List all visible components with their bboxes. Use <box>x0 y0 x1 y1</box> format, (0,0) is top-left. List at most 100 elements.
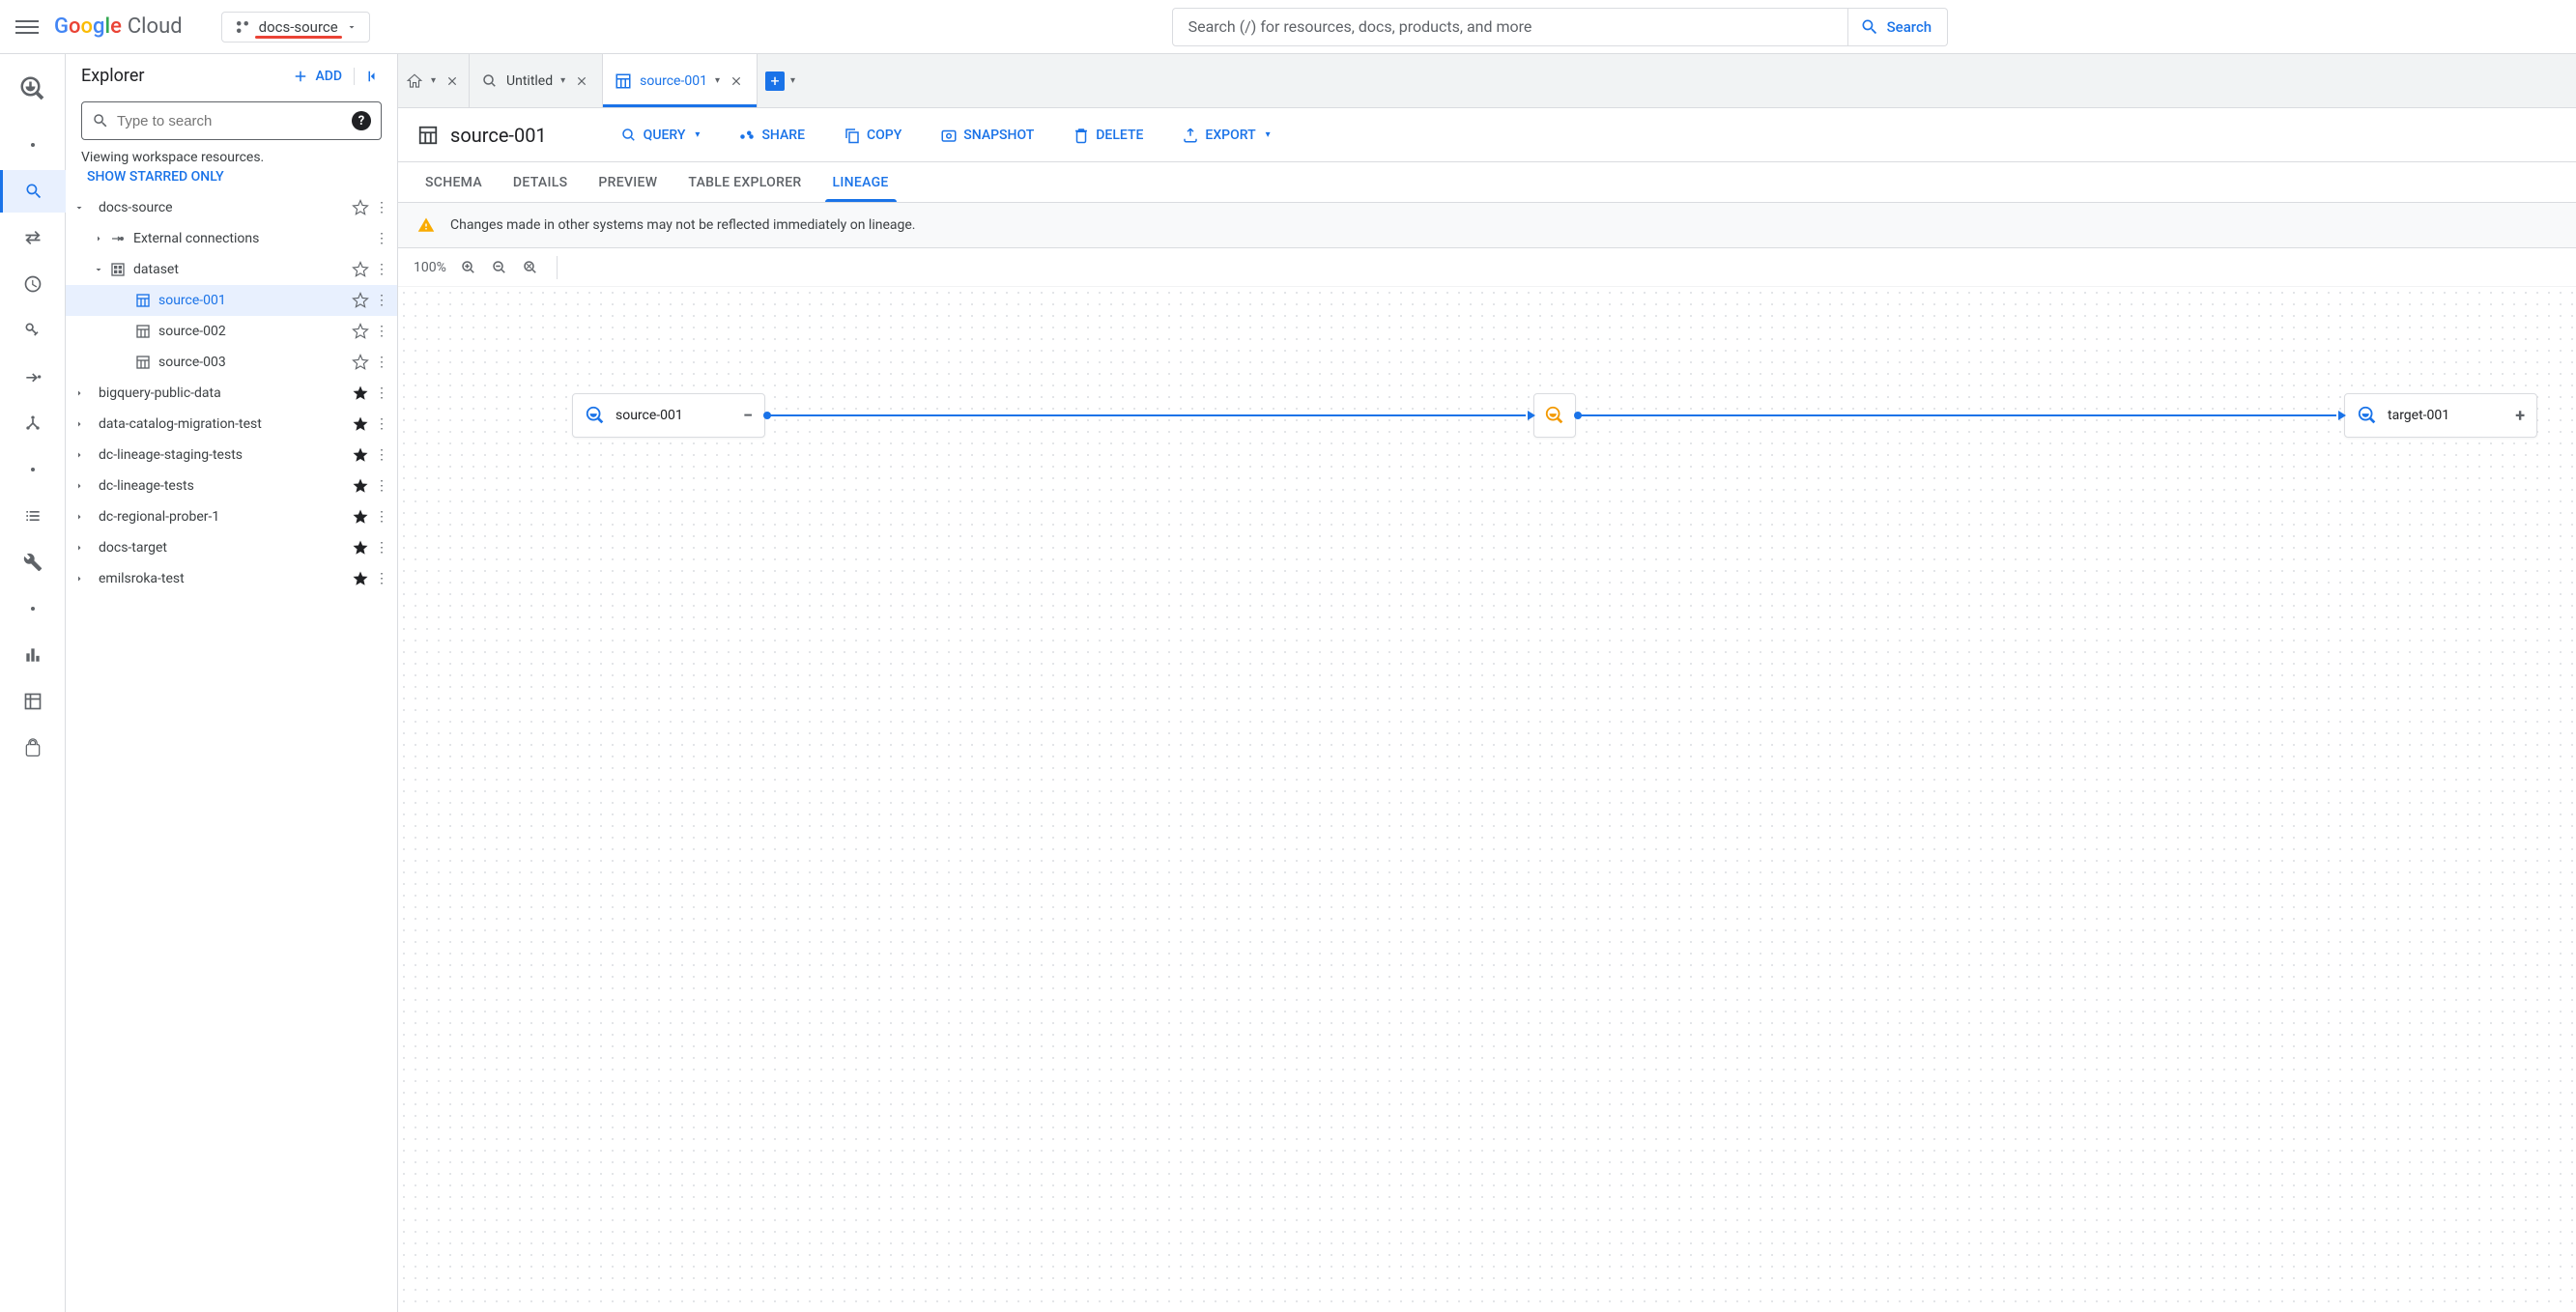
rail-search[interactable] <box>0 170 66 213</box>
rail-scheduled[interactable] <box>10 263 56 305</box>
bigquery-icon[interactable] <box>10 66 56 112</box>
tree-project-docs-source[interactable]: docs-source ⋮ <box>66 192 397 223</box>
star-outline-icon[interactable] <box>349 354 372 371</box>
close-icon[interactable] <box>728 72 745 90</box>
rail-transfers[interactable] <box>10 216 56 259</box>
chevron-down-icon[interactable] <box>70 202 89 214</box>
rail-migration[interactable] <box>10 356 56 398</box>
rail-lock[interactable] <box>10 727 56 769</box>
tab-untitled[interactable]: Untitled ▾ <box>470 54 603 107</box>
menu-button[interactable] <box>15 15 39 39</box>
google-cloud-logo[interactable]: Google Cloud <box>54 14 183 39</box>
chevron-right-icon[interactable] <box>89 233 108 244</box>
new-tab-button[interactable]: + <box>765 71 785 91</box>
project-icon <box>234 18 251 36</box>
more-vert-icon[interactable]: ⋮ <box>372 324 391 339</box>
rail-list[interactable] <box>10 495 56 537</box>
connection-icon <box>108 231 128 246</box>
tree-project[interactable]: dc-regional-prober-1⋮ <box>66 501 397 532</box>
chevron-down-icon[interactable]: ▾ <box>560 75 565 86</box>
tree-dataset[interactable]: dataset ⋮ <box>66 254 397 285</box>
star-outline-icon[interactable] <box>349 292 372 309</box>
subtab-preview[interactable]: PREVIEW <box>583 162 673 202</box>
star-outline-icon[interactable] <box>349 261 372 278</box>
rail-bar-chart[interactable] <box>10 634 56 676</box>
chevron-down-icon[interactable] <box>89 264 108 275</box>
zoom-reset-button[interactable] <box>522 259 539 276</box>
collapse-panel-button[interactable] <box>354 68 382 85</box>
search-button[interactable]: Search <box>1845 8 1949 46</box>
warning-icon <box>417 216 435 234</box>
explorer-panel: Explorer ADD ? Viewing workspace resourc… <box>66 54 398 1312</box>
more-vert-icon[interactable]: ⋮ <box>372 200 391 215</box>
trash-icon <box>1073 127 1090 144</box>
star-outline-icon[interactable] <box>349 323 372 340</box>
rail-analytics[interactable] <box>10 309 56 352</box>
global-search-input[interactable]: Search (/) for resources, docs, products… <box>1172 8 1848 46</box>
more-vert-icon[interactable]: ⋮ <box>372 293 391 308</box>
copy-button[interactable]: COPY <box>844 127 902 144</box>
close-icon[interactable] <box>573 72 590 90</box>
tab-source-001[interactable]: source-001 ▾ <box>603 54 758 107</box>
collapse-node-button[interactable]: − <box>743 406 753 426</box>
share-button[interactable]: SHARE <box>738 127 805 144</box>
table-title: source-001 <box>417 124 547 147</box>
lineage-node-target[interactable]: target-001 + <box>2344 393 2537 438</box>
warning-banner: Changes made in other systems may not be… <box>398 203 2576 248</box>
expand-node-button[interactable]: + <box>2515 406 2525 426</box>
rail-table[interactable] <box>10 680 56 723</box>
subtab-schema[interactable]: SCHEMA <box>410 162 498 202</box>
chevron-down-icon[interactable]: ▾ <box>790 75 795 86</box>
rail-dot-1[interactable] <box>10 124 56 166</box>
zoom-out-button[interactable] <box>491 259 508 276</box>
tree-project[interactable]: emilsroka-test⋮ <box>66 563 397 594</box>
chevron-down-icon[interactable]: ▾ <box>431 75 436 86</box>
more-vert-icon[interactable]: ⋮ <box>372 262 391 277</box>
rail-dot-3[interactable] <box>10 587 56 630</box>
delete-button[interactable]: DELETE <box>1073 127 1143 144</box>
subtab-lineage[interactable]: LINEAGE <box>817 162 904 202</box>
lineage-node-source[interactable]: source-001 − <box>572 393 765 438</box>
tree-external-connections[interactable]: External connections ⋮ <box>66 223 397 254</box>
table-icon <box>417 125 439 146</box>
lineage-node-process[interactable] <box>1533 393 1576 438</box>
editor-tabstrip: ▾ Untitled ▾ source-001 ▾ + ▾ <box>398 54 2576 108</box>
zoom-in-button[interactable] <box>460 259 477 276</box>
more-vert-icon[interactable]: ⋮ <box>372 231 391 246</box>
more-vert-icon[interactable]: ⋮ <box>372 355 391 370</box>
query-button[interactable]: QUERY ▾ <box>620 127 701 144</box>
export-button[interactable]: EXPORT ▾ <box>1182 127 1270 144</box>
subtab-table-explorer[interactable]: TABLE EXPLORER <box>673 162 816 202</box>
home-tab[interactable]: ▾ <box>398 54 470 107</box>
zoom-toolbar: 100% <box>398 248 2576 287</box>
tree-table-source-002[interactable]: source-002 ⋮ <box>66 316 397 347</box>
tree-project[interactable]: bigquery-public-data⋮ <box>66 378 397 409</box>
explorer-search-input[interactable] <box>117 113 344 129</box>
rail-dot-2[interactable] <box>10 448 56 491</box>
snapshot-button[interactable]: SNAPSHOT <box>940 127 1034 144</box>
add-button[interactable]: ADD <box>292 68 342 85</box>
tree-project[interactable]: dc-lineage-staging-tests⋮ <box>66 440 397 471</box>
project-selector[interactable]: docs-source <box>221 12 370 43</box>
star-outline-icon[interactable] <box>349 199 372 216</box>
subtab-details[interactable]: DETAILS <box>498 162 583 202</box>
resource-tree: docs-source ⋮ External connections ⋮ dat… <box>66 192 397 1312</box>
lineage-canvas[interactable]: source-001 − target-001 + <box>398 287 2576 1312</box>
tree-project[interactable]: dc-lineage-tests⋮ <box>66 471 397 501</box>
rail-wrench[interactable] <box>10 541 56 584</box>
close-icon[interactable] <box>444 72 461 90</box>
explorer-search[interactable]: ? <box>81 101 382 140</box>
search-icon <box>92 112 109 129</box>
show-starred-link[interactable]: SHOW STARRED ONLY <box>66 167 397 192</box>
process-icon <box>1544 405 1565 426</box>
chevron-down-icon[interactable]: ▾ <box>715 75 720 86</box>
new-tab: + ▾ <box>758 54 803 107</box>
tree-table-source-003[interactable]: source-003 ⋮ <box>66 347 397 378</box>
tree-table-source-001[interactable]: source-001 ⋮ <box>66 285 397 316</box>
chevron-down-icon: ▾ <box>1266 129 1271 140</box>
rail-connections[interactable] <box>10 402 56 444</box>
tree-project[interactable]: data-catalog-migration-test⋮ <box>66 409 397 440</box>
help-icon[interactable]: ? <box>352 111 371 130</box>
tree-project[interactable]: docs-target⋮ <box>66 532 397 563</box>
export-icon <box>1182 127 1199 144</box>
